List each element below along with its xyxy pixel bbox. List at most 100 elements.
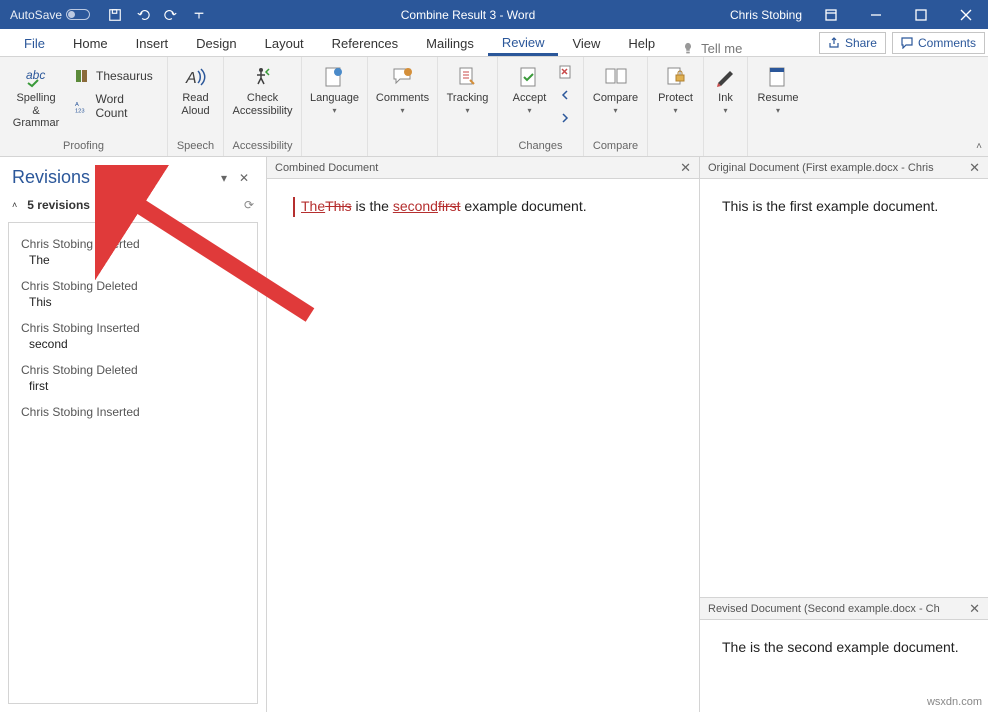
comments-dropdown[interactable]: Comments▾ xyxy=(370,61,435,118)
accept-button[interactable]: Accept▾ xyxy=(505,61,555,118)
reject-button[interactable] xyxy=(559,65,577,82)
svg-text:A: A xyxy=(75,102,79,108)
combined-doc-title: Combined Document xyxy=(275,162,680,174)
word-count-button[interactable]: A123Word Count xyxy=(70,89,161,123)
title-bar: AutoSave Combine Result 3 - Word Chris S… xyxy=(0,0,988,29)
tracking-dropdown[interactable]: Tracking▾ xyxy=(441,61,495,118)
collapse-revisions-icon[interactable]: ˄ xyxy=(12,200,17,210)
tab-review[interactable]: Review xyxy=(488,29,559,56)
revision-item[interactable]: Chris Stobing DeletedThis xyxy=(9,273,257,315)
svg-text:abc: abc xyxy=(26,68,45,82)
revisions-list: Chris Stobing InsertedThe Chris Stobing … xyxy=(8,222,258,704)
undo-icon[interactable] xyxy=(136,8,150,22)
close-button[interactable] xyxy=(943,0,988,29)
word-count-icon: A123 xyxy=(74,98,89,114)
revisions-options-icon[interactable]: ▾ xyxy=(214,171,234,185)
revisions-count: 5 revisions xyxy=(27,198,244,212)
tab-design[interactable]: Design xyxy=(182,30,250,56)
maximize-button[interactable] xyxy=(898,0,943,29)
watermark: wsxdn.com xyxy=(927,696,982,708)
window-title: Combine Result 3 - Word xyxy=(206,8,730,22)
tab-mailings[interactable]: Mailings xyxy=(412,30,488,56)
check-accessibility-button[interactable]: Check Accessibility xyxy=(227,61,299,120)
tab-references[interactable]: References xyxy=(318,30,412,56)
revisions-pane: Revisions ▾ ✕ ˄ 5 revisions ⟳ Chris Stob… xyxy=(0,157,267,712)
revisions-title: Revisions xyxy=(12,167,214,188)
previous-change-button[interactable] xyxy=(559,88,577,105)
redo-icon[interactable] xyxy=(164,8,178,22)
revised-doc-body[interactable]: The is the second example document. xyxy=(700,620,988,676)
inserted-text: The xyxy=(301,198,325,214)
next-change-button[interactable] xyxy=(559,111,577,128)
protect-button[interactable]: Protect▾ xyxy=(651,61,701,118)
refresh-icon[interactable]: ⟳ xyxy=(244,198,254,212)
group-label-accessibility: Accessibility xyxy=(230,138,295,154)
tab-view[interactable]: View xyxy=(558,30,614,56)
tracking-icon xyxy=(456,65,480,89)
accessibility-icon xyxy=(251,65,275,89)
thesaurus-icon xyxy=(74,68,90,84)
ink-icon xyxy=(714,65,738,89)
share-icon xyxy=(828,37,840,49)
accept-icon xyxy=(518,65,542,89)
ribbon-tabs: File Home Insert Design Layout Reference… xyxy=(0,29,988,57)
protect-icon xyxy=(664,65,688,89)
combined-doc-body[interactable]: TheThis is the secondfirst example docum… xyxy=(267,179,699,712)
original-doc-body[interactable]: This is the first example document. xyxy=(700,179,988,235)
tab-layout[interactable]: Layout xyxy=(251,30,318,56)
original-doc-title: Original Document (First example.docx - … xyxy=(708,162,969,174)
close-icon[interactable]: ✕ xyxy=(969,160,980,176)
revision-item[interactable]: Chris Stobing Insertedsecond xyxy=(9,315,257,357)
tab-insert[interactable]: Insert xyxy=(122,30,183,56)
reject-icon xyxy=(559,65,577,79)
close-icon[interactable]: ✕ xyxy=(680,160,691,176)
read-aloud-icon: A xyxy=(184,65,208,89)
svg-text:123: 123 xyxy=(75,109,85,114)
comments-button[interactable]: Comments xyxy=(892,32,985,54)
revisions-close-icon[interactable]: ✕ xyxy=(234,171,254,185)
save-icon[interactable] xyxy=(108,8,122,22)
prev-icon xyxy=(559,88,577,102)
revision-item[interactable]: Chris Stobing InsertedThe xyxy=(9,231,257,273)
comments-icon xyxy=(391,65,415,89)
deleted-text: This xyxy=(325,198,351,214)
spelling-grammar-button[interactable]: abc Spelling & Grammar xyxy=(6,61,66,133)
next-icon xyxy=(559,111,577,125)
ink-button[interactable]: Ink▾ xyxy=(701,61,751,118)
spelling-icon: abc xyxy=(24,65,48,89)
tab-help[interactable]: Help xyxy=(614,30,669,56)
tab-home[interactable]: Home xyxy=(59,30,122,56)
comment-icon xyxy=(901,37,913,49)
compare-icon xyxy=(604,65,628,89)
inserted-text: second xyxy=(393,198,438,214)
resume-icon xyxy=(766,65,790,89)
tell-me-search[interactable]: Tell me xyxy=(669,41,754,56)
combined-document-pane: Combined Document✕ TheThis is the second… xyxy=(267,157,700,712)
main-area: Revisions ▾ ✕ ˄ 5 revisions ⟳ Chris Stob… xyxy=(0,157,988,712)
minimize-button[interactable] xyxy=(853,0,898,29)
deleted-text: first xyxy=(438,198,461,214)
tab-file[interactable]: File xyxy=(10,30,59,56)
ribbon-display-icon[interactable] xyxy=(808,0,853,29)
revised-doc-title: Revised Document (Second example.docx - … xyxy=(708,603,969,615)
lightbulb-icon xyxy=(681,42,695,56)
group-label-changes: Changes xyxy=(504,138,577,154)
thesaurus-button[interactable]: Thesaurus xyxy=(70,65,161,87)
share-button[interactable]: Share xyxy=(819,32,886,54)
revision-item[interactable]: Chris Stobing Deletedfirst xyxy=(9,357,257,399)
side-documents: Original Document (First example.docx - … xyxy=(700,157,988,712)
language-icon xyxy=(323,65,347,89)
read-aloud-button[interactable]: A Read Aloud xyxy=(171,61,221,120)
revision-item[interactable]: Chris Stobing Inserted xyxy=(9,399,257,427)
svg-text:A: A xyxy=(185,70,197,87)
qat-customize-icon[interactable] xyxy=(192,8,206,22)
ribbon: abc Spelling & Grammar Thesaurus A123Wor… xyxy=(0,57,988,157)
close-icon[interactable]: ✕ xyxy=(969,601,980,617)
resume-button[interactable]: Resume▾ xyxy=(752,61,805,118)
collapse-ribbon-icon[interactable]: ˄ xyxy=(976,141,982,152)
compare-button[interactable]: Compare▾ xyxy=(587,61,644,118)
autosave-toggle[interactable]: AutoSave xyxy=(10,8,90,22)
user-name[interactable]: Chris Stobing xyxy=(730,8,802,22)
group-label-proofing: Proofing xyxy=(6,138,161,154)
language-button[interactable]: Language▾ xyxy=(304,61,365,118)
